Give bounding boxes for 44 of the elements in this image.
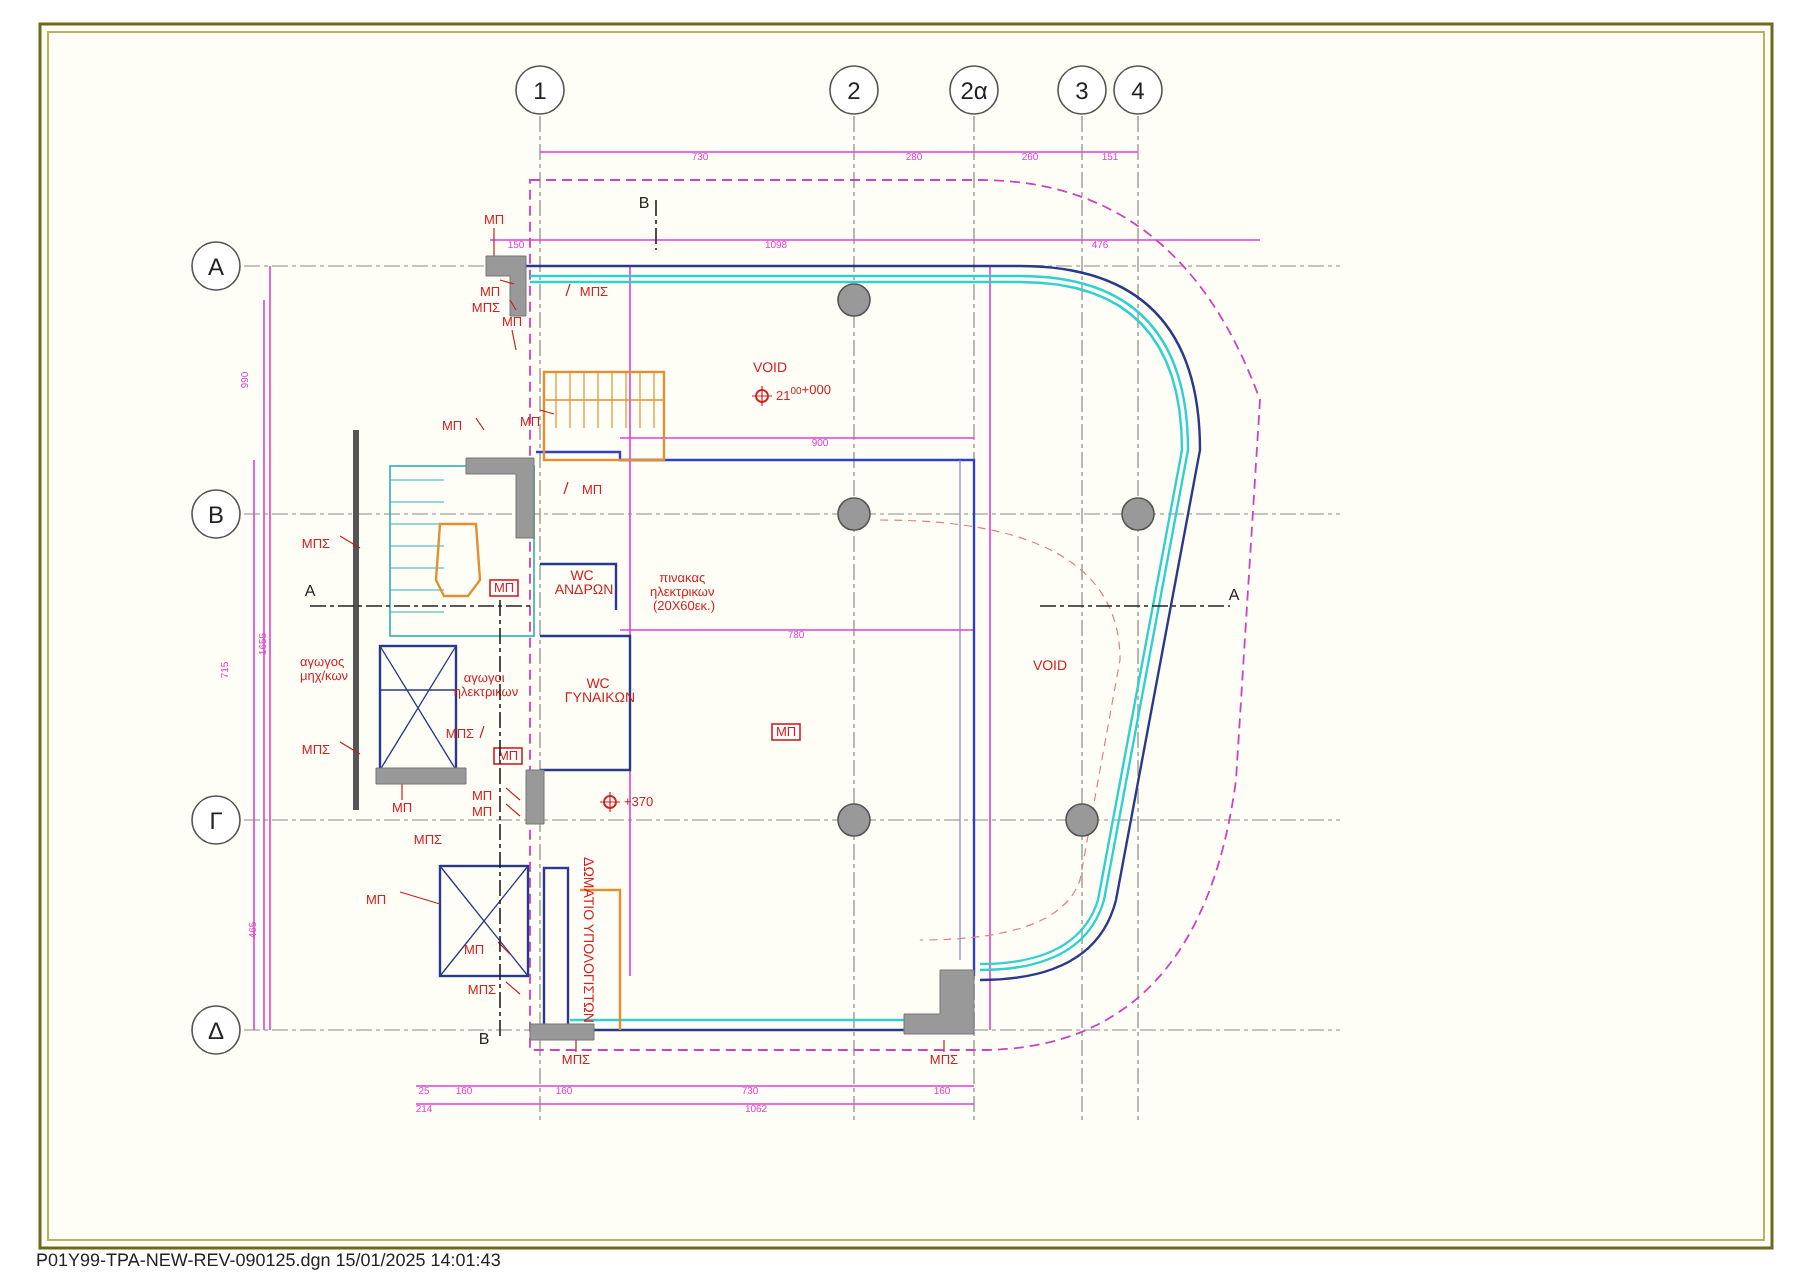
leader-line — [943, 1039, 945, 1053]
leader-line — [539, 409, 555, 415]
wall-block — [465, 457, 535, 539]
section-mark: Α — [1228, 586, 1240, 604]
grid-axis-marker: 1 — [515, 65, 565, 115]
leader-line — [475, 417, 485, 431]
level-mark-icon — [751, 385, 773, 407]
grid-axis-marker: Γ — [191, 795, 241, 845]
leader-line — [401, 783, 403, 801]
leader-line — [575, 1039, 577, 1053]
section-mark: Β — [478, 1030, 490, 1048]
section-mark: Α — [304, 582, 316, 600]
leader-line — [339, 535, 361, 549]
structural-column — [1121, 497, 1155, 531]
leader-line — [563, 481, 569, 495]
grid-axis-marker: 3 — [1057, 65, 1107, 115]
wall-block — [525, 769, 545, 825]
grid-axis-marker: 2 — [829, 65, 879, 115]
leader-line — [479, 725, 485, 739]
grid-axis-marker: 4 — [1113, 65, 1163, 115]
leader-line — [505, 981, 521, 995]
wall-block — [903, 969, 975, 1035]
structural-column — [837, 803, 871, 837]
leader-line — [497, 941, 511, 955]
section-mark: Β — [638, 194, 650, 212]
grid-axis-marker: Α — [191, 241, 241, 291]
structural-column — [837, 497, 871, 531]
file-footer: P01Y99-TPA-NEW-REV-090125.dgn 15/01/2025 14:01:43 — [36, 1250, 501, 1270]
shaft-drawing — [438, 864, 530, 978]
leader-line — [499, 279, 515, 285]
leader-line — [511, 329, 517, 351]
leader-line — [565, 283, 571, 297]
leader-line — [399, 891, 441, 905]
grid-axis-marker: Δ — [191, 1005, 241, 1055]
wall-block — [375, 767, 467, 785]
grid-axis-marker: Β — [191, 489, 241, 539]
structural-column — [1065, 803, 1099, 837]
grid-axis-marker: 2α — [949, 65, 999, 115]
leader-line — [509, 299, 517, 311]
wall-block — [529, 1023, 595, 1041]
leader-line — [339, 741, 361, 755]
structural-column — [837, 283, 871, 317]
leader-line — [493, 227, 495, 257]
level-mark-icon — [599, 791, 621, 813]
